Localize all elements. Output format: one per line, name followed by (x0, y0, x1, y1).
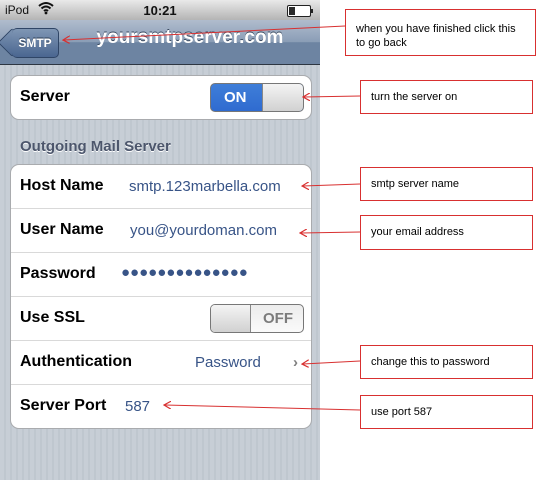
host-name-row[interactable]: Host Name smtp.123marbella.com (11, 165, 311, 209)
use-ssl-label: Use SSL (20, 309, 85, 326)
server-row: Server ON (11, 76, 311, 119)
server-label: Server (20, 88, 70, 105)
toggle-knob (211, 305, 251, 332)
authentication-value: Password (195, 354, 261, 371)
server-toggle[interactable]: ON (210, 83, 304, 112)
ssl-toggle[interactable]: OFF (210, 304, 304, 333)
host-name-label: Host Name (20, 177, 104, 194)
note-port: use port 587 (360, 395, 533, 429)
note-server: turn the server on (360, 80, 533, 114)
phone-screen: iPod 10:21 SMTP yoursmtpserver.com Serve… (0, 0, 320, 480)
use-ssl-row: Use SSL OFF (11, 297, 311, 341)
back-button[interactable]: SMTP (12, 28, 59, 58)
section-header-outgoing: Outgoing Mail Server (20, 138, 171, 155)
authentication-row[interactable]: Authentication Password › (11, 341, 311, 385)
user-name-field[interactable]: you@yourdoman.com (130, 222, 277, 239)
password-field[interactable]: ●●●●●●●●●●●●●● (121, 264, 248, 281)
ssl-toggle-label: OFF (263, 310, 293, 327)
note-user: your email address (360, 215, 533, 250)
server-group: Server ON (10, 75, 312, 120)
note-back: when you have finished click this to go … (345, 9, 536, 56)
navigation-bar: SMTP yoursmtpserver.com (0, 20, 320, 65)
server-port-field[interactable]: 587 (125, 398, 150, 415)
authentication-label: Authentication (20, 353, 132, 370)
status-bar: iPod 10:21 (0, 0, 320, 20)
outgoing-group: Host Name smtp.123marbella.com User Name… (10, 164, 312, 429)
chevron-right-icon: › (293, 354, 298, 371)
note-host: smtp server name (360, 167, 533, 201)
password-row[interactable]: Password ●●●●●●●●●●●●●● (11, 253, 311, 297)
user-name-label: User Name (20, 221, 104, 238)
page-title: yoursmtpserver.com (96, 27, 284, 48)
password-label: Password (20, 265, 96, 282)
note-auth: change this to password (360, 345, 533, 379)
user-name-row[interactable]: User Name you@yourdoman.com (11, 209, 311, 253)
battery-icon (287, 5, 313, 17)
clock: 10:21 (143, 3, 177, 18)
host-name-field[interactable]: smtp.123marbella.com (129, 178, 281, 195)
server-toggle-label: ON (224, 89, 247, 106)
server-port-label: Server Port (20, 397, 107, 414)
toggle-knob (262, 84, 303, 111)
server-port-row[interactable]: Server Port 587 (11, 385, 311, 428)
